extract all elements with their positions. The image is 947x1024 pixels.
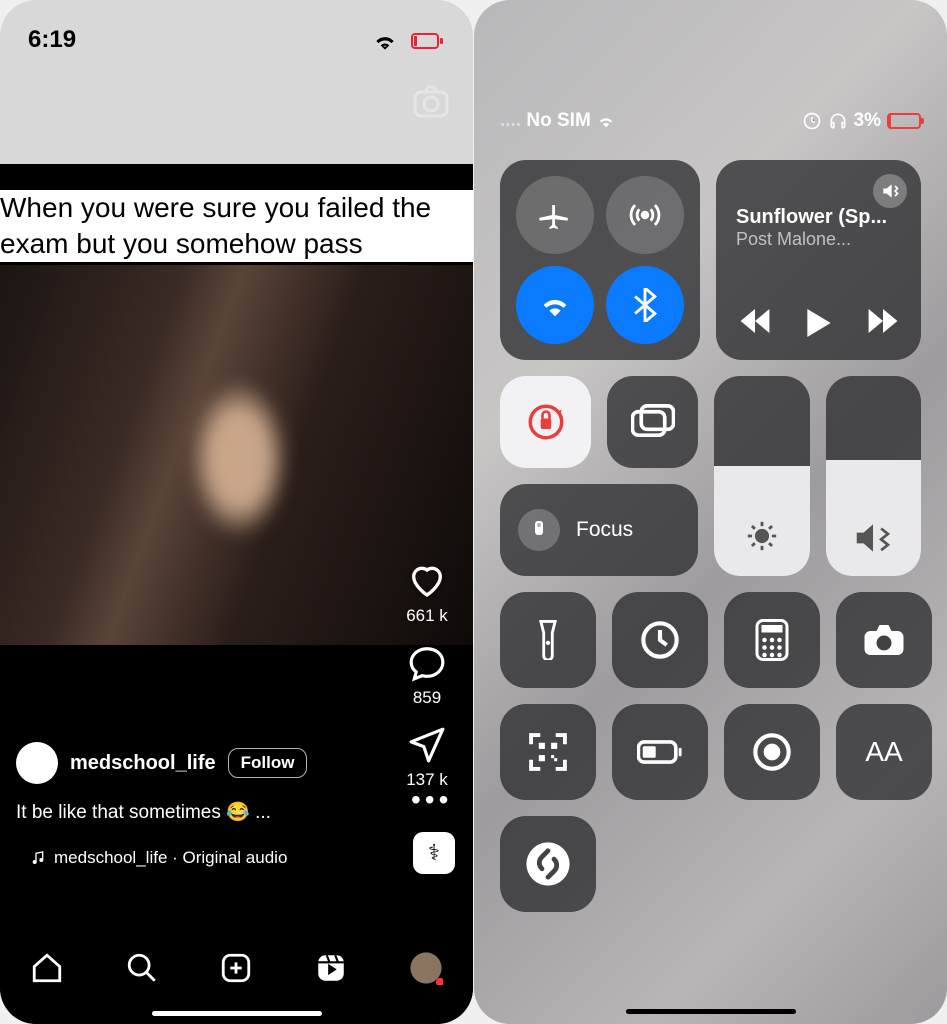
post-meta: ⚕ medschool_life Follow It be like that … <box>16 742 393 874</box>
qr-scanner-button[interactable] <box>500 704 596 800</box>
calculator-button[interactable] <box>724 592 820 688</box>
screen-mirroring-button[interactable] <box>607 376 698 468</box>
focus-icon <box>518 509 560 551</box>
carrier-label: .... No SIM <box>500 110 616 132</box>
next-track-button[interactable] <box>868 309 898 342</box>
battery-percent: 3% <box>854 110 881 132</box>
like-count: 661 k <box>406 606 448 626</box>
tab-home[interactable] <box>30 951 64 985</box>
control-center-screen: .... No SIM 3% Sunflower (Sp... Post Mal… <box>474 0 947 1024</box>
volume-slider[interactable] <box>826 376 921 576</box>
music-title: Sunflower (Sp... <box>736 206 901 229</box>
orientation-lock-button[interactable] <box>500 376 591 468</box>
connectivity-tile[interactable] <box>500 160 700 360</box>
headphones-icon <box>828 111 848 131</box>
reel-action-rail: 661 k 859 137 k <box>397 560 457 790</box>
more-button[interactable]: ••• <box>411 784 451 816</box>
tab-profile[interactable] <box>409 951 443 985</box>
reel-caption-overlay: When you were sure you failed the exam b… <box>0 190 473 262</box>
audio-chip[interactable]: medschool_life · Original audio <box>16 842 301 874</box>
brightness-slider[interactable] <box>714 376 809 576</box>
battery-icon <box>887 113 921 129</box>
screen-record-button[interactable] <box>724 704 820 800</box>
caption[interactable]: It be like that sometimes 😂 ... <box>16 800 393 824</box>
rotation-lock-icon <box>802 111 822 131</box>
like-button[interactable]: 661 k <box>406 560 448 626</box>
comment-button[interactable]: 859 <box>408 644 446 708</box>
flashlight-button[interactable] <box>500 592 596 688</box>
follow-button[interactable]: Follow <box>228 748 308 778</box>
instagram-reel-screen: 6:19 When you were sure you failed the e… <box>0 0 473 1024</box>
bluetooth-button[interactable] <box>606 266 684 344</box>
audio-output-button[interactable] <box>873 174 907 208</box>
timer-button[interactable] <box>612 592 708 688</box>
audio-label: medschool_life · Original audio <box>54 848 287 868</box>
tab-reels[interactable] <box>314 951 348 985</box>
home-indicator[interactable] <box>626 1009 796 1014</box>
airplane-mode-button[interactable] <box>516 176 594 254</box>
focus-label: Focus <box>576 518 633 542</box>
camera-icon[interactable] <box>409 80 453 124</box>
brightness-icon <box>745 519 779 558</box>
status-bar: 6:19 <box>0 20 473 60</box>
focus-button[interactable]: Focus <box>500 484 698 576</box>
play-button[interactable] <box>806 309 832 342</box>
username[interactable]: medschool_life <box>70 752 216 775</box>
shazam-button[interactable] <box>500 816 596 912</box>
low-power-button[interactable] <box>612 704 708 800</box>
tab-search[interactable] <box>125 951 159 985</box>
text-size-button[interactable]: AA <box>836 704 932 800</box>
cellular-button[interactable] <box>606 176 684 254</box>
prev-track-button[interactable] <box>740 309 770 342</box>
status-icons <box>372 26 445 54</box>
home-indicator[interactable] <box>152 1011 322 1016</box>
music-artist: Post Malone... <box>736 229 901 250</box>
share-button[interactable]: 137 k <box>406 726 448 790</box>
audio-square[interactable]: ⚕ <box>413 832 455 874</box>
status-time: 6:19 <box>28 26 76 54</box>
now-playing-tile[interactable]: Sunflower (Sp... Post Malone... <box>716 160 921 360</box>
tab-create[interactable] <box>219 951 253 985</box>
camera-button[interactable] <box>836 592 932 688</box>
status-bar: .... No SIM 3% <box>474 110 947 132</box>
volume-icon <box>854 523 892 558</box>
music-note-icon <box>30 850 46 866</box>
wifi-button[interactable] <box>516 266 594 344</box>
avatar[interactable]: ⚕ <box>16 742 58 784</box>
comment-count: 859 <box>413 688 441 708</box>
